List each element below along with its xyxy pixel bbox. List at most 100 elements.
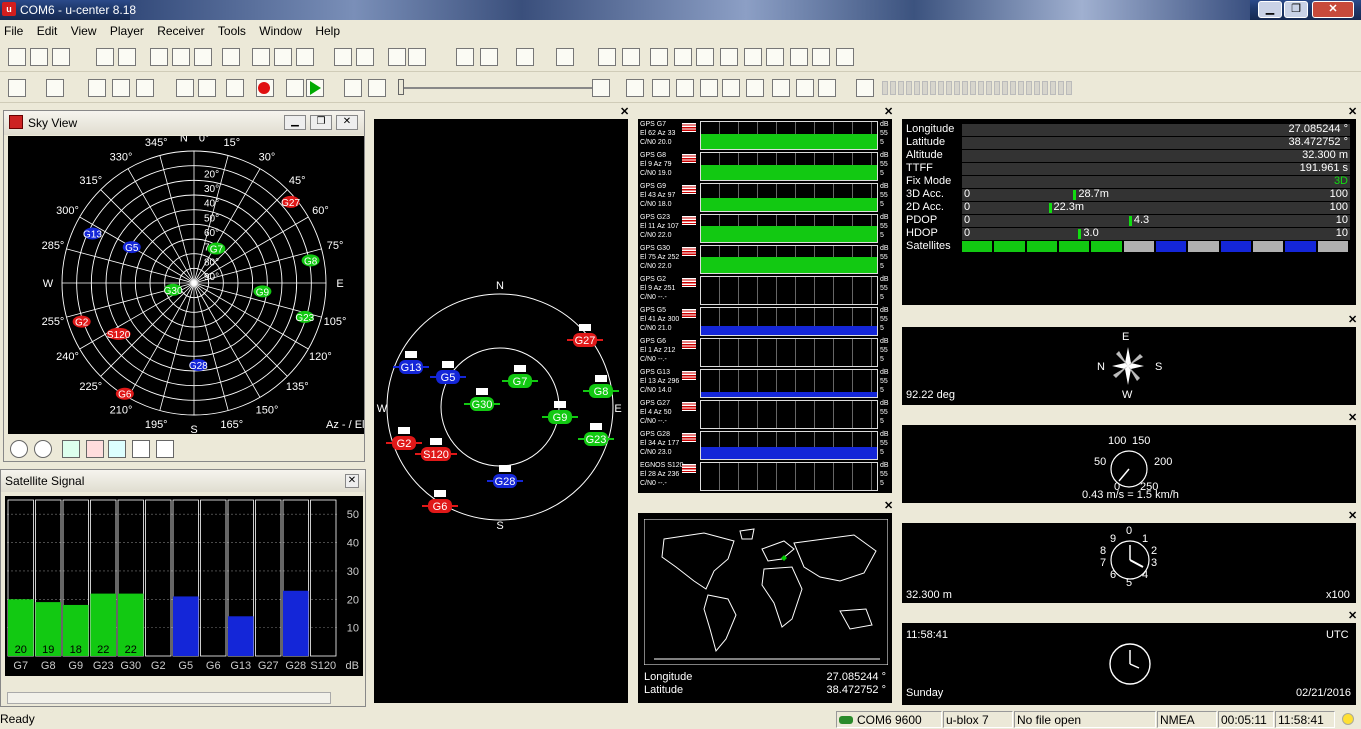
orbit-sat-G8-label: G8 xyxy=(594,386,609,398)
toolbar-button-21[interactable] xyxy=(622,48,640,66)
menu-help[interactable]: Help xyxy=(311,21,340,38)
compass-close-button[interactable]: ✕ xyxy=(1348,315,1357,326)
history-scale-bot: 5 xyxy=(880,139,884,146)
toolbar-button-9[interactable] xyxy=(252,48,270,66)
menu-view[interactable]: View xyxy=(67,21,97,38)
history-strip xyxy=(700,400,878,429)
menu-receiver[interactable]: Receiver xyxy=(153,21,204,38)
player-button-13[interactable] xyxy=(592,79,610,97)
menu-window[interactable]: Window xyxy=(255,21,302,38)
map-window: ✕ Longitude 27.085244 ° Latitude 38.4727… xyxy=(634,497,896,707)
record-icon[interactable] xyxy=(258,82,270,94)
menu-tools[interactable]: Tools xyxy=(214,21,246,38)
toolbar-button-4[interactable] xyxy=(118,48,136,66)
player-button-2[interactable] xyxy=(88,79,106,97)
menu-file[interactable]: File xyxy=(0,21,23,38)
toolbar-button-5[interactable] xyxy=(150,48,168,66)
player-button-19[interactable] xyxy=(746,79,764,97)
toolbar-button-19[interactable] xyxy=(556,48,574,66)
data-close-button[interactable]: ✕ xyxy=(1348,107,1357,118)
orbit-close-button[interactable]: ✕ xyxy=(620,107,629,118)
player-button-22[interactable] xyxy=(818,79,836,97)
maximize-button[interactable]: ❐ xyxy=(1284,1,1308,18)
toolbar-button-20[interactable] xyxy=(598,48,616,66)
view-mode2-icon[interactable] xyxy=(34,440,52,458)
label-icon[interactable] xyxy=(132,440,150,458)
player-button-7[interactable] xyxy=(226,79,244,97)
globe-icon[interactable] xyxy=(62,440,80,458)
toolbar-button-0[interactable] xyxy=(8,48,26,66)
elevation-label: 50° xyxy=(204,213,219,224)
toolbar-button-3[interactable] xyxy=(96,48,114,66)
toolbar-button-14[interactable] xyxy=(388,48,406,66)
toolbar-button-24[interactable] xyxy=(696,48,714,66)
minimize-button[interactable]: ▁ xyxy=(1258,1,1282,18)
player-button-18[interactable] xyxy=(722,79,740,97)
toolbar-button-28[interactable] xyxy=(790,48,808,66)
player-button-15[interactable] xyxy=(652,79,670,97)
player-button-9[interactable] xyxy=(286,79,304,97)
toolbar-button-12[interactable] xyxy=(334,48,352,66)
player-button-4[interactable] xyxy=(136,79,154,97)
view-mode-icon[interactable] xyxy=(10,440,28,458)
toolbar-button-6[interactable] xyxy=(172,48,190,66)
player-button-0[interactable] xyxy=(8,79,26,97)
menu-player[interactable]: Player xyxy=(106,21,144,38)
clock-close-button[interactable]: ✕ xyxy=(1348,611,1357,622)
player-button-14[interactable] xyxy=(626,79,644,97)
toolbar-button-23[interactable] xyxy=(674,48,692,66)
toolbar-button-15[interactable] xyxy=(408,48,426,66)
player-button-3[interactable] xyxy=(112,79,130,97)
history-scale-mid: 55 xyxy=(880,378,888,385)
altimeter-close-button[interactable]: ✕ xyxy=(1348,511,1357,522)
analog-clock-icon xyxy=(1109,643,1151,685)
toolbar-button-7[interactable] xyxy=(194,48,212,66)
toolbar-button-13[interactable] xyxy=(356,48,374,66)
player-button-6[interactable] xyxy=(198,79,216,97)
toolbar-button-1[interactable] xyxy=(30,48,48,66)
toolbar-button-8[interactable] xyxy=(222,48,240,66)
toolbar-button-22[interactable] xyxy=(650,48,668,66)
player-button-21[interactable] xyxy=(796,79,814,97)
orbit-sat-G7-flag-icon xyxy=(514,365,526,372)
altimeter-window: ✕ 0 1 2 3 4 5 6 7 8 9 32.300 m x100 xyxy=(898,507,1360,605)
indicator-cell-15 xyxy=(1002,81,1008,95)
toolbar-button-2[interactable] xyxy=(52,48,70,66)
toolbar-button-26[interactable] xyxy=(744,48,762,66)
toolbar-button-17[interactable] xyxy=(480,48,498,66)
speed-close-button[interactable]: ✕ xyxy=(1348,413,1357,424)
player-button-1[interactable] xyxy=(46,79,64,97)
satellite-icon[interactable] xyxy=(108,440,126,458)
player-button-12[interactable] xyxy=(368,79,386,97)
signal-scrollbar[interactable] xyxy=(7,692,331,704)
player-button-23[interactable] xyxy=(856,79,874,97)
playback-slider-thumb[interactable] xyxy=(398,79,404,95)
toolbar-button-30[interactable] xyxy=(836,48,854,66)
clock-icon[interactable] xyxy=(86,440,104,458)
history-close-button[interactable]: ✕ xyxy=(884,107,893,118)
alt-digit-2: 2 xyxy=(1151,545,1158,557)
toolbar-button-18[interactable] xyxy=(516,48,534,66)
data-label: TTFF xyxy=(906,162,933,174)
toolbar-button-10[interactable] xyxy=(274,48,292,66)
skyview-minimize-button[interactable]: ▁ xyxy=(284,115,306,130)
toolbar-button-11[interactable] xyxy=(296,48,314,66)
player-button-16[interactable] xyxy=(676,79,694,97)
player-button-11[interactable] xyxy=(344,79,362,97)
skyview-close-button[interactable]: ✕ xyxy=(336,115,358,130)
toolbar-button-29[interactable] xyxy=(812,48,830,66)
toolbar-button-27[interactable] xyxy=(766,48,784,66)
map-close-button[interactable]: ✕ xyxy=(884,501,893,512)
player-button-20[interactable] xyxy=(772,79,790,97)
elevation-icon[interactable] xyxy=(156,440,174,458)
player-button-5[interactable] xyxy=(176,79,194,97)
close-button[interactable]: ✕ xyxy=(1312,1,1354,18)
play-icon[interactable] xyxy=(310,81,321,95)
skyview-restore-button[interactable]: ❐ xyxy=(310,115,332,130)
toolbar-button-16[interactable] xyxy=(456,48,474,66)
toolbar-button-25[interactable] xyxy=(720,48,738,66)
signal-close-button[interactable]: ✕ xyxy=(345,474,359,488)
player-button-17[interactable] xyxy=(700,79,718,97)
data-value: 27.085244 ° xyxy=(1288,123,1348,135)
menu-edit[interactable]: Edit xyxy=(33,21,58,38)
